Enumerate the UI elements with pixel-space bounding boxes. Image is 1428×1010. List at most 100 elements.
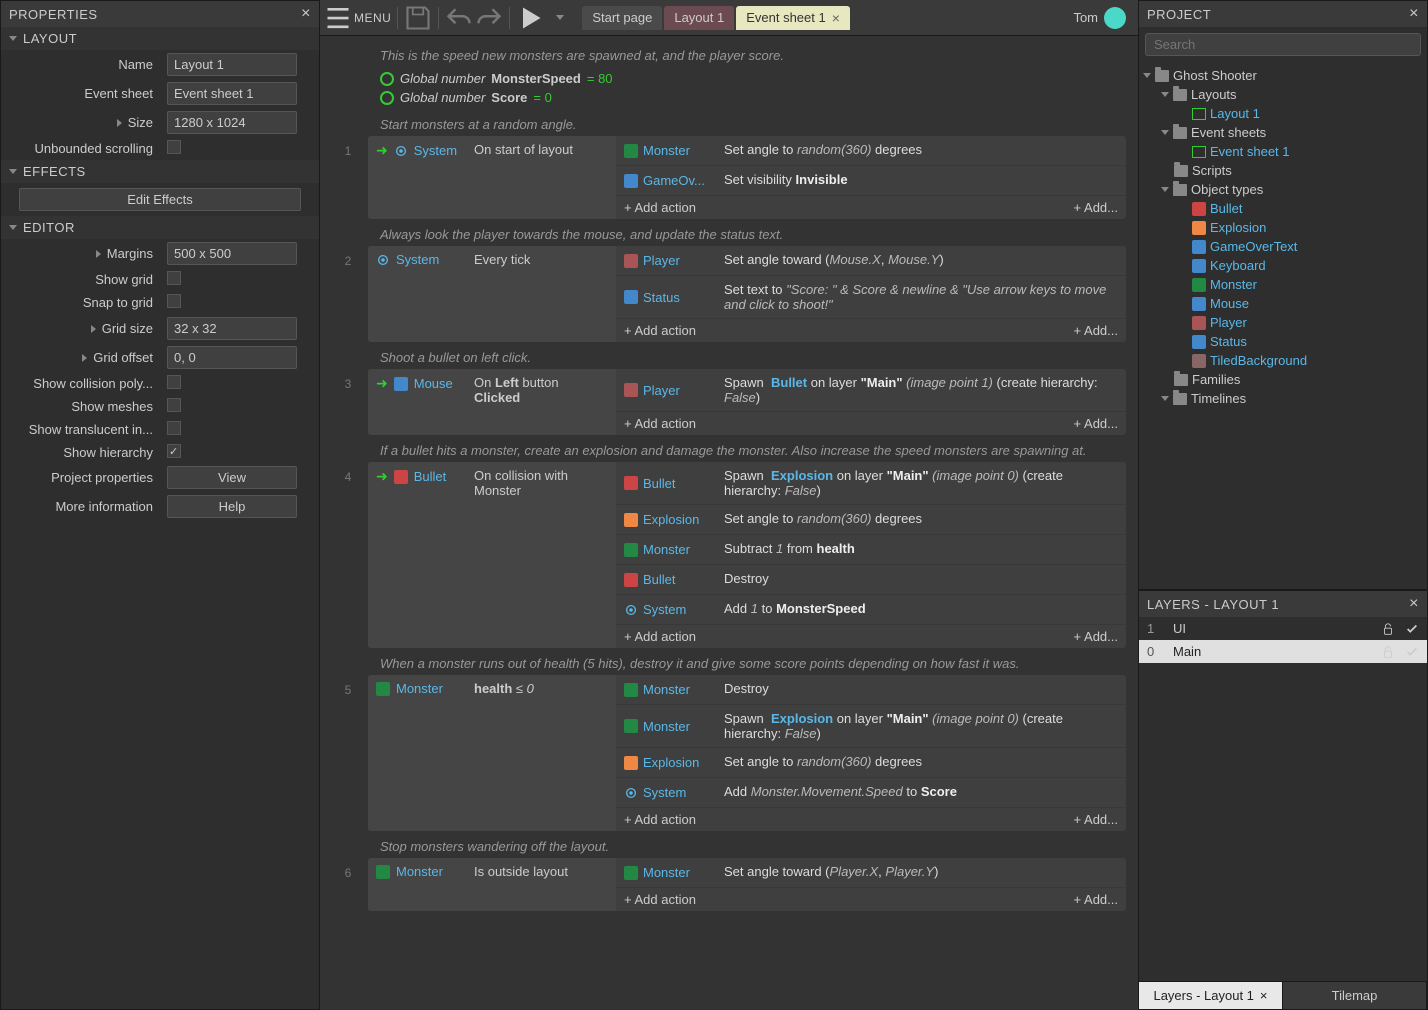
close-icon[interactable]: × xyxy=(832,10,840,26)
property-input[interactable] xyxy=(167,346,297,369)
editor-section-header[interactable]: EDITOR xyxy=(1,216,319,239)
action-row[interactable]: ExplosionSet angle to random(360) degree… xyxy=(616,748,1126,778)
add-action-button[interactable]: + Add action xyxy=(624,416,696,431)
close-icon[interactable]: × xyxy=(1409,5,1419,23)
global-variable[interactable]: Global number MonsterSpeed = 80 xyxy=(380,69,1118,88)
tab[interactable]: Start page xyxy=(582,6,662,30)
property-input[interactable] xyxy=(167,317,297,340)
event-row[interactable]: 4➜BulletOn collision with MonsterBulletS… xyxy=(328,462,1126,648)
tree-item[interactable]: Event sheets xyxy=(1139,123,1427,142)
event-condition[interactable]: ➜SystemOn start of layout xyxy=(368,136,616,219)
action-row[interactable]: PlayerSpawn Bullet on layer "Main" (imag… xyxy=(616,369,1126,412)
tree-item[interactable]: Layouts xyxy=(1139,85,1427,104)
tree-item[interactable]: Status xyxy=(1139,332,1427,351)
event-sheet[interactable]: This is the speed new monsters are spawn… xyxy=(320,36,1138,1010)
tree-item[interactable]: Monster xyxy=(1139,275,1427,294)
property-input[interactable] xyxy=(167,111,297,134)
action-row[interactable]: MonsterSpawn Explosion on layer "Main" (… xyxy=(616,705,1126,748)
layer-row[interactable]: 1UI xyxy=(1139,617,1427,640)
tree-item[interactable]: GameOverText xyxy=(1139,237,1427,256)
action-row[interactable]: MonsterSubtract 1 from health xyxy=(616,535,1126,565)
tree-item[interactable]: Keyboard xyxy=(1139,256,1427,275)
add-more-button[interactable]: + Add... xyxy=(1074,892,1118,907)
event-row[interactable]: 2SystemEvery tickPlayerSet angle toward … xyxy=(328,246,1126,342)
property-checkbox[interactable] xyxy=(167,444,181,458)
undo-button[interactable] xyxy=(445,4,473,32)
user-area[interactable]: Tom xyxy=(1073,7,1134,29)
tree-item[interactable]: Bullet xyxy=(1139,199,1427,218)
event-condition[interactable]: Monsterhealth ≤ 0 xyxy=(368,675,616,831)
property-select[interactable]: Event sheet 1 xyxy=(167,82,297,105)
property-button[interactable]: Help xyxy=(167,495,297,518)
property-input[interactable] xyxy=(167,53,297,76)
effects-section-header[interactable]: EFFECTS xyxy=(1,160,319,183)
action-row[interactable]: StatusSet text to "Score: " & Score & ne… xyxy=(616,276,1126,319)
add-action-button[interactable]: + Add action xyxy=(624,323,696,338)
add-more-button[interactable]: + Add... xyxy=(1074,629,1118,644)
tree-item[interactable]: Timelines xyxy=(1139,389,1427,408)
action-row[interactable]: SystemAdd 1 to MonsterSpeed xyxy=(616,595,1126,625)
action-row[interactable]: SystemAdd Monster.Movement.Speed to Scor… xyxy=(616,778,1126,808)
tab[interactable]: Event sheet 1× xyxy=(736,6,850,30)
property-checkbox[interactable] xyxy=(167,398,181,412)
close-icon[interactable]: × xyxy=(1260,988,1268,1003)
menu-button[interactable] xyxy=(324,4,352,32)
property-checkbox[interactable] xyxy=(167,375,181,389)
property-checkbox[interactable] xyxy=(167,294,181,308)
add-action-button[interactable]: + Add action xyxy=(624,200,696,215)
redo-button[interactable] xyxy=(475,4,503,32)
avatar[interactable] xyxy=(1104,7,1126,29)
tree-item[interactable]: Layout 1 xyxy=(1139,104,1427,123)
add-more-button[interactable]: + Add... xyxy=(1074,416,1118,431)
visibility-icon[interactable] xyxy=(1405,622,1419,636)
event-condition[interactable]: ➜MouseOn Left button Clicked xyxy=(368,369,616,435)
action-row[interactable]: MonsterDestroy xyxy=(616,675,1126,705)
property-checkbox[interactable] xyxy=(167,140,181,154)
action-row[interactable]: BulletSpawn Explosion on layer "Main" (i… xyxy=(616,462,1126,505)
tab[interactable]: Layout 1 xyxy=(664,6,734,30)
search-input[interactable] xyxy=(1145,33,1421,56)
tree-item[interactable]: Player xyxy=(1139,313,1427,332)
bottom-tab[interactable]: Tilemap xyxy=(1283,982,1427,1009)
tree-item[interactable]: Event sheet 1 xyxy=(1139,142,1427,161)
property-input[interactable] xyxy=(167,242,297,265)
project-tree[interactable]: Ghost ShooterLayoutsLayout 1Event sheets… xyxy=(1139,62,1427,589)
event-row[interactable]: 5Monsterhealth ≤ 0MonsterDestroyMonsterS… xyxy=(328,675,1126,831)
add-action-button[interactable]: + Add action xyxy=(624,812,696,827)
tree-item[interactable]: Families xyxy=(1139,370,1427,389)
lock-icon[interactable] xyxy=(1381,622,1395,636)
add-action-button[interactable]: + Add action xyxy=(624,892,696,907)
play-button[interactable] xyxy=(516,4,544,32)
action-row[interactable]: MonsterSet angle toward (Player.X, Playe… xyxy=(616,858,1126,888)
lock-icon[interactable] xyxy=(1381,645,1395,659)
add-more-button[interactable]: + Add... xyxy=(1074,323,1118,338)
save-button[interactable] xyxy=(404,4,432,32)
tree-item[interactable]: Object types xyxy=(1139,180,1427,199)
event-row[interactable]: 3➜MouseOn Left button ClickedPlayerSpawn… xyxy=(328,369,1126,435)
property-checkbox[interactable] xyxy=(167,421,181,435)
add-more-button[interactable]: + Add... xyxy=(1074,200,1118,215)
action-row[interactable]: PlayerSet angle toward (Mouse.X, Mouse.Y… xyxy=(616,246,1126,276)
action-row[interactable]: BulletDestroy xyxy=(616,565,1126,595)
action-row[interactable]: MonsterSet angle to random(360) degrees xyxy=(616,136,1126,166)
event-condition[interactable]: ➜BulletOn collision with Monster xyxy=(368,462,616,648)
add-more-button[interactable]: + Add... xyxy=(1074,812,1118,827)
tree-item[interactable]: Ghost Shooter xyxy=(1139,66,1427,85)
property-button[interactable]: View xyxy=(167,466,297,489)
play-dropdown[interactable] xyxy=(546,4,574,32)
event-row[interactable]: 6MonsterIs outside layoutMonsterSet angl… xyxy=(328,858,1126,911)
global-variable[interactable]: Global number Score = 0 xyxy=(380,88,1118,107)
close-icon[interactable]: × xyxy=(1409,595,1419,613)
close-icon[interactable]: × xyxy=(301,5,311,23)
edit-effects-button[interactable]: Edit Effects xyxy=(19,188,301,211)
layer-list[interactable]: 1UI0Main xyxy=(1139,617,1427,981)
action-row[interactable]: GameOv...Set visibility Invisible xyxy=(616,166,1126,196)
layout-section-header[interactable]: LAYOUT xyxy=(1,27,319,50)
tree-item[interactable]: TiledBackground xyxy=(1139,351,1427,370)
property-checkbox[interactable] xyxy=(167,271,181,285)
layer-row[interactable]: 0Main xyxy=(1139,640,1427,663)
event-row[interactable]: 1➜SystemOn start of layoutMonsterSet ang… xyxy=(328,136,1126,219)
add-action-button[interactable]: + Add action xyxy=(624,629,696,644)
event-condition[interactable]: MonsterIs outside layout xyxy=(368,858,616,911)
action-row[interactable]: ExplosionSet angle to random(360) degree… xyxy=(616,505,1126,535)
